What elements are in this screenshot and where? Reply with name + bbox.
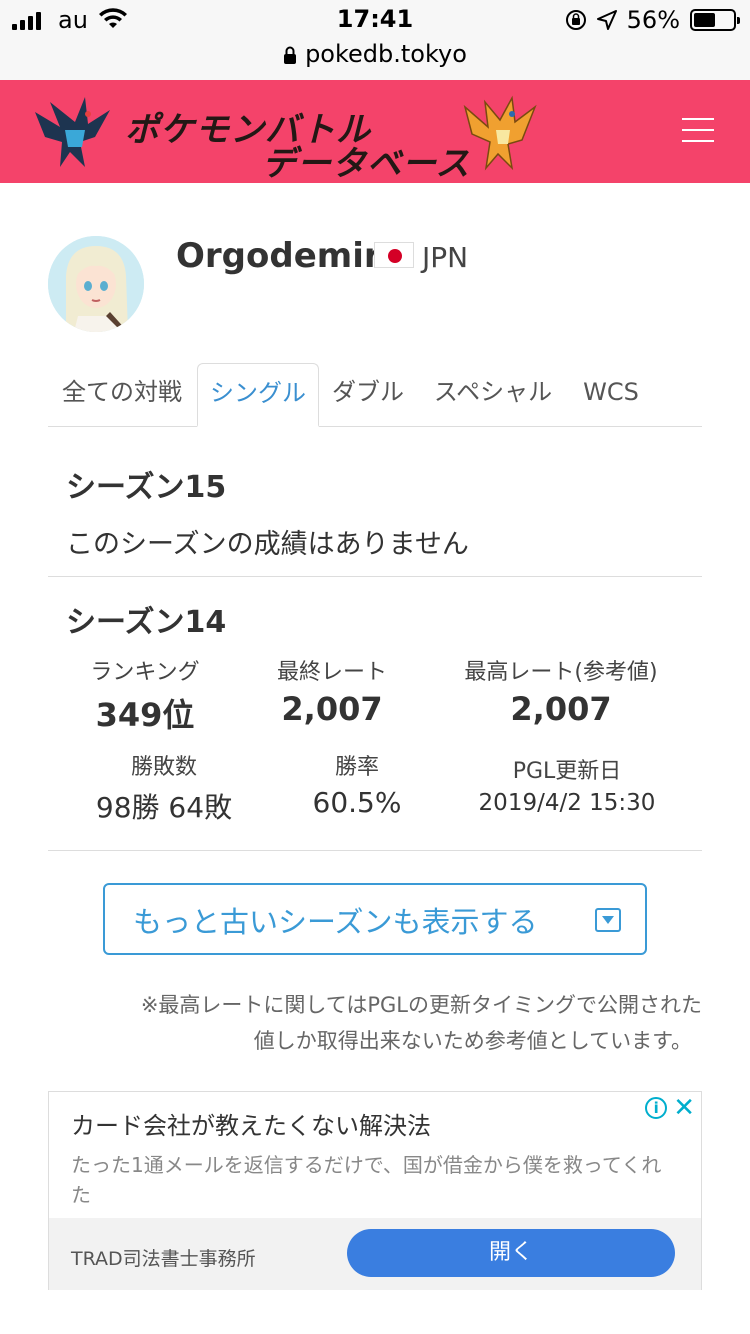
ad-info-icon[interactable]: i	[645, 1097, 668, 1119]
location-icon	[596, 10, 617, 30]
address-bar[interactable]: pokedb.tokyo	[0, 40, 750, 68]
trainer-name: Orgodemir	[176, 236, 381, 276]
battery-icon	[690, 9, 740, 31]
pgl-updated-label: PGL更新日	[512, 759, 622, 784]
season-15-title: シーズン15	[66, 470, 227, 505]
ad-banner[interactable]: カード会社が教えたくない解決法 i ✕ たった1通メールを返信するだけで、国が借…	[48, 1091, 702, 1290]
win-rate-label: 勝率	[334, 755, 379, 780]
battle-type-tabs: 全ての対戦 シングル ダブル スペシャル WCS	[48, 363, 702, 427]
show-older-seasons-button[interactable]: もっと古いシーズンも表示する	[103, 883, 647, 955]
japan-flag-icon	[374, 242, 414, 268]
charizard-x-icon	[35, 97, 110, 167]
show-older-seasons-label: もっと古いシーズンも表示する	[133, 905, 538, 939]
logo-title-line2: データベース	[262, 144, 471, 184]
divider	[48, 576, 702, 577]
ranking-value: 349位	[95, 696, 195, 734]
lock-icon	[284, 46, 297, 64]
hamburger-menu-icon[interactable]	[682, 118, 714, 144]
note-line-2: 値しか取得出来ないため参考値としています。	[253, 1029, 692, 1053]
win-loss-value: 98勝 64敗	[95, 791, 233, 824]
win-rate-value: 60.5%	[312, 786, 402, 819]
ad-advertiser: TRAD司法書士事務所	[71, 1248, 256, 1270]
note-line-1: ※最高レートに関してはPGLの更新タイミングで公開された	[140, 993, 702, 1017]
ad-close-icon[interactable]: ✕	[673, 1095, 695, 1121]
site-logo[interactable]: ポケモンバトル データベース	[30, 88, 540, 184]
site-header: ポケモンバトル データベース	[0, 80, 750, 184]
final-rate-label: 最終レート	[276, 660, 387, 685]
ad-body: たった1通メールを返信するだけで、国が借金から僕を救ってくれた	[71, 1153, 662, 1207]
ad-footer: TRAD司法書士事務所 開く	[49, 1218, 701, 1290]
tab-special[interactable]: スペシャル	[424, 363, 562, 427]
divider	[48, 850, 702, 851]
country-code: JPN	[422, 241, 469, 274]
status-bar: au 17:41 pokedb.tokyo 56%	[0, 0, 750, 80]
url-text: pokedb.tokyo	[305, 40, 467, 68]
caret-down-icon	[595, 908, 621, 932]
season-14-title: シーズン14	[66, 605, 227, 640]
max-rate-label: 最高レート(参考値)	[464, 660, 658, 685]
max-rate-value: 2,007	[510, 690, 612, 728]
final-rate-value: 2,007	[281, 690, 383, 728]
ad-open-button[interactable]: 開く	[347, 1229, 675, 1277]
ranking-label: ランキング	[90, 660, 200, 685]
rotation-lock-icon	[565, 10, 586, 30]
ad-title[interactable]: カード会社が教えたくない解決法	[71, 1106, 431, 1141]
battery-percent: 56%	[626, 6, 680, 34]
tab-double[interactable]: ダブル	[324, 363, 412, 427]
tab-single[interactable]: シングル	[197, 363, 319, 427]
no-results-message: このシーズンの成績はありません	[66, 529, 469, 560]
pgl-updated-value: 2019/4/2 15:30	[478, 790, 656, 816]
win-loss-label: 勝敗数	[130, 755, 197, 780]
tab-all-battles[interactable]: 全ての対戦	[48, 363, 196, 427]
tab-wcs[interactable]: WCS	[572, 363, 650, 427]
avatar	[48, 236, 144, 332]
charizard-y-icon	[463, 95, 537, 171]
